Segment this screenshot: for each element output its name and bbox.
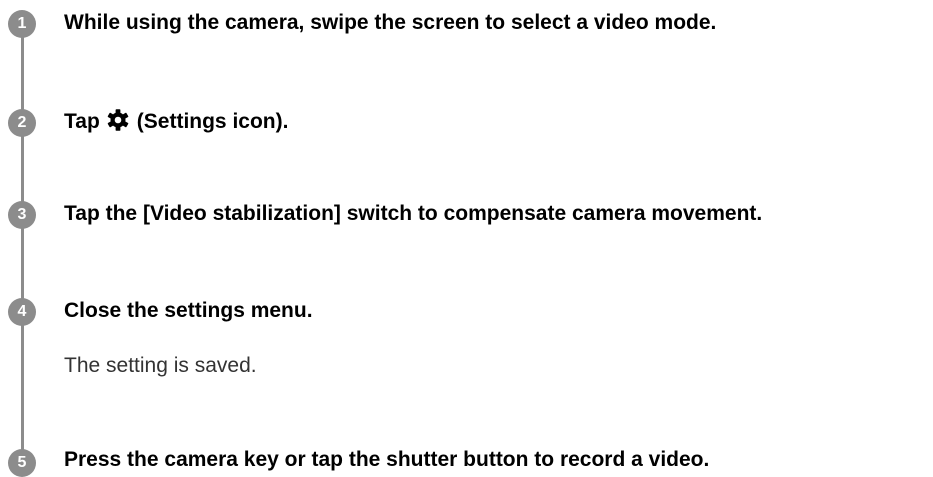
instruction-before-icon: Tap [64,110,100,133]
step-instruction: Close the settings menu. [64,299,313,322]
step-instruction: While using the camera, swipe the screen… [64,11,717,34]
step-number-badge: 1 [8,10,36,38]
step-instruction: Tap (Settings icon). [64,108,288,136]
step-result-text: The setting is saved. [64,354,257,377]
step-instruction: Press the camera key or tap the shutter … [64,448,710,471]
step-number-badge: 4 [8,298,36,326]
instruction-after-icon: (Settings icon). [136,110,289,133]
procedure-steps: 1 While using the camera, swipe the scre… [0,0,933,477]
step-instruction: Tap the [Video stabilization] switch to … [64,202,763,225]
step-number-badge: 2 [8,109,36,137]
step-connector-line [20,25,24,460]
step-number-badge: 5 [8,449,36,477]
gear-icon [106,108,130,132]
step-number-badge: 3 [8,201,36,229]
